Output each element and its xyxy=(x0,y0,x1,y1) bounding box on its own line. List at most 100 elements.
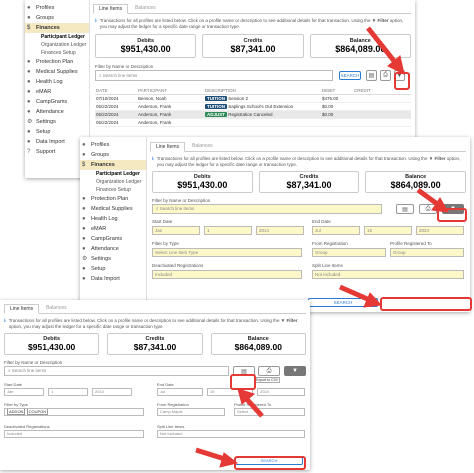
tab-balances[interactable]: Balances xyxy=(41,304,72,313)
deactivated-select[interactable]: Included xyxy=(152,270,302,280)
profile-registered-select[interactable]: Select xyxy=(234,408,305,417)
sidebar-item-finances[interactable]: $ Finances xyxy=(25,23,89,33)
date-filters: Start Date Jan 1 2014 End Date Jul 19 20… xyxy=(152,219,466,238)
search-button-highlight xyxy=(234,456,306,470)
sidebar-item-setup[interactable]: ● Setup xyxy=(80,264,146,274)
print-button[interactable]: ⎙ xyxy=(419,204,437,215)
profile-registered-label: Profile Registered To xyxy=(390,241,432,247)
sidebar-item-setup[interactable]: ● Setup xyxy=(25,127,89,137)
sidebar-sub-finances-setup[interactable]: Finances Setup xyxy=(80,186,146,194)
from-registration-select[interactable]: Camp Maple xyxy=(157,408,225,417)
participant-link[interactable]: Anderson, Frank xyxy=(137,110,204,120)
sidebar-item-protection-plan[interactable]: ● Protection Plan xyxy=(80,194,146,204)
sidebar-sub-finances-setup[interactable]: Finances Setup xyxy=(25,49,89,57)
sidebar-item-campgrams[interactable]: ● CampGrams xyxy=(25,97,89,107)
pill-icon: ● xyxy=(27,89,31,95)
end-month-select[interactable]: Jul xyxy=(312,226,360,236)
sidebar-item-attendance[interactable]: ● Attendance xyxy=(25,107,89,117)
split-line-items-select[interactable]: Not Included xyxy=(312,270,464,280)
type-tag[interactable]: ADDON xyxy=(7,409,26,416)
registration-filters: Deactivated Registrations Included Split… xyxy=(152,263,466,280)
sidebar-sub-participant-ledger[interactable]: Participant Ledger xyxy=(25,33,89,41)
sidebar-sub-participant-ledger[interactable]: Participant Ledger xyxy=(80,170,146,178)
description-link[interactable]: Saplings School's Out Extension xyxy=(228,104,293,109)
print-button[interactable]: ⎙ xyxy=(380,70,391,82)
mail-icon: ● xyxy=(82,236,86,242)
sidebar-item-emar[interactable]: ● eMAR xyxy=(25,87,89,97)
from-registration-label: From Registration xyxy=(157,402,189,408)
tab-line-items[interactable]: Line Items xyxy=(93,4,129,14)
tab-line-items[interactable]: Line Items xyxy=(4,304,40,314)
sidebar-item-settings[interactable]: ⚙ Settings xyxy=(80,254,146,264)
sidebar-item-medical-supplies[interactable]: ● Medical Supplies xyxy=(80,204,146,214)
sidebar-item-finances[interactable]: $ Finances xyxy=(80,160,146,170)
table-row[interactable]: 05/22/2024 Anderson, Frank xyxy=(95,118,411,128)
filter-label: Filter by Name or Description xyxy=(95,64,154,70)
from-registration-select[interactable]: Group xyxy=(312,248,386,258)
search-input[interactable]: ⌕ Search line items xyxy=(95,70,333,82)
info-message: ℹ Transactions for all profiles are list… xyxy=(95,18,404,29)
filter-row: ⌕ Search line items SEARCH ▤ ⎙ ▼ xyxy=(95,70,411,82)
search-input[interactable]: ⌕ Search line items xyxy=(4,366,229,377)
table-row[interactable]: 05/22/2024 Anderson, Frank TUITION Sapli… xyxy=(95,102,411,112)
type-select[interactable]: ADDON COUPON xyxy=(4,408,144,417)
mail-icon: ● xyxy=(27,99,31,105)
debits-card: Debits $951,430.00 xyxy=(4,333,100,356)
filter-label: Filter by Name or Description xyxy=(152,198,211,204)
profile-registered-select[interactable]: Group xyxy=(390,248,464,258)
sidebar-item-medical-supplies[interactable]: ● Medical Supplies xyxy=(25,67,89,77)
sidebar-item-groups[interactable]: ● Groups xyxy=(25,13,89,23)
participant-link[interactable]: Anderson, Frank xyxy=(137,102,204,112)
dollar-icon: $ xyxy=(82,162,86,168)
sidebar-item-settings[interactable]: ⚙ Settings xyxy=(25,117,89,127)
sidebar-item-protection-plan[interactable]: ● Protection Plan xyxy=(25,57,89,67)
info-icon: ℹ xyxy=(4,318,6,323)
sidebar-item-data-import[interactable]: ● Data Import xyxy=(80,274,146,284)
description-link[interactable]: Registration Canceled xyxy=(228,112,272,117)
start-day-select[interactable]: 1 xyxy=(204,226,252,236)
summary-cards: Debits $951,430.00 Credits $87,341.00 Ba… xyxy=(152,171,467,194)
printer-icon: ⎙ xyxy=(266,367,272,374)
tab-balances[interactable]: Balances xyxy=(187,142,218,151)
table-row[interactable]: 05/22/2024 Anderson, Frank ADJUST Regist… xyxy=(95,110,411,120)
start-day-select[interactable]: 1 xyxy=(48,388,88,397)
sidebar-item-campgrams[interactable]: ● CampGrams xyxy=(80,234,146,244)
sidebar-item-health-log[interactable]: ● Health Log xyxy=(80,214,146,224)
type-tag[interactable]: COUPON xyxy=(26,409,49,416)
sidebar-sub-organization-ledger[interactable]: Organization Ledger xyxy=(25,41,89,49)
deactivated-select[interactable]: Included xyxy=(4,430,144,439)
print-button[interactable]: ⎙ xyxy=(258,366,280,377)
filter-button-highlight xyxy=(437,208,467,222)
export-csv-button[interactable]: ▤ xyxy=(396,204,414,215)
start-year-select[interactable]: 2014 xyxy=(256,226,304,236)
end-day-select[interactable]: 19 xyxy=(364,226,412,236)
description-link[interactable]: Session 2 xyxy=(228,96,248,101)
sidebar-item-groups[interactable]: ● Groups xyxy=(80,150,146,160)
filter-button[interactable]: ▼ xyxy=(284,366,306,377)
participant-link[interactable]: Anderson, Frank xyxy=(137,118,204,128)
participant-link[interactable]: Benson, Noah xyxy=(137,94,204,104)
advanced-search-button[interactable]: SEARCH xyxy=(308,298,378,307)
start-year-select[interactable]: 2014 xyxy=(92,388,132,397)
search-button[interactable]: SEARCH xyxy=(339,71,361,81)
start-month-select[interactable]: Jan xyxy=(152,226,200,236)
end-month-select[interactable]: Jul xyxy=(157,388,203,397)
tab-line-items[interactable]: Line Items xyxy=(150,142,186,152)
split-line-items-select[interactable]: Not Included xyxy=(157,430,305,439)
search-input[interactable]: ⌕ Search line items xyxy=(152,204,382,215)
table-row[interactable]: 07/10/2024 Benson, Noah TUITION Session … xyxy=(95,94,411,104)
sidebar-item-emar[interactable]: ● eMAR xyxy=(80,224,146,234)
pill-icon: ● xyxy=(82,226,86,232)
sidebar-item-attendance[interactable]: ● Attendance xyxy=(80,244,146,254)
document-icon: ▤ xyxy=(368,73,375,80)
type-select[interactable]: Select Line Item Type xyxy=(152,248,302,258)
sidebar-item-health-log[interactable]: ● Health Log xyxy=(25,77,89,87)
sidebar-item-profiles[interactable]: ● Profiles xyxy=(25,3,89,13)
tab-balances[interactable]: Balances xyxy=(130,4,161,13)
sidebar-item-profiles[interactable]: ● Profiles xyxy=(80,140,146,150)
end-year-select[interactable]: 2024 xyxy=(257,388,305,397)
end-year-select[interactable]: 2024 xyxy=(416,226,464,236)
export-csv-button[interactable]: ▤ xyxy=(366,70,377,82)
start-month-select[interactable]: Jan xyxy=(4,388,44,397)
sidebar-sub-organization-ledger[interactable]: Organization Ledger xyxy=(80,178,146,186)
